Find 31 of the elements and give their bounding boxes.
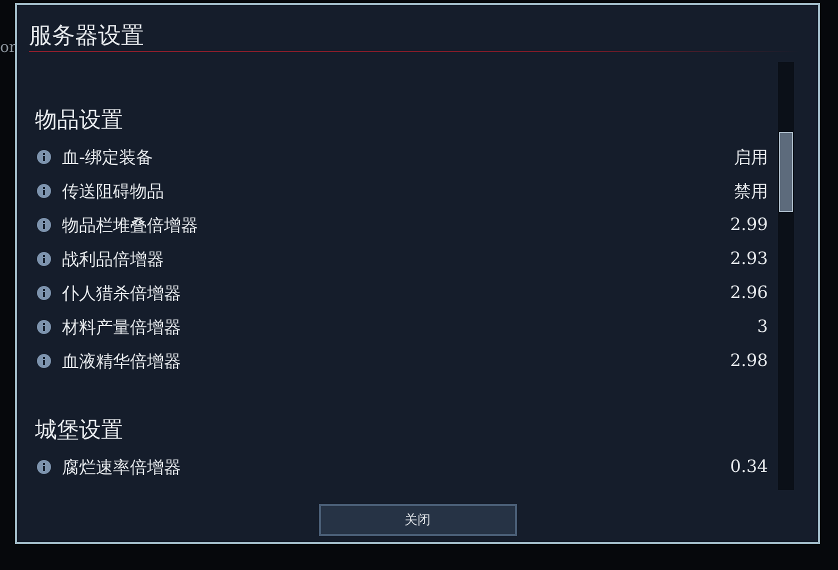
window-title: 服务器设置 [28, 22, 145, 51]
setting-value: 3 [757, 317, 769, 337]
section-heading: 城堡设置 [35, 417, 124, 445]
setting-value: 2.99 [730, 215, 769, 235]
info-icon[interactable] [37, 184, 51, 198]
setting-label: 传送阻碍物品 [62, 180, 164, 202]
setting-label: 腐烂速率倍增器 [62, 456, 181, 478]
setting-label: 战利品倍增器 [62, 248, 164, 270]
scrollbar[interactable] [778, 62, 794, 490]
info-icon[interactable] [37, 286, 51, 300]
setting-value: 2.98 [730, 351, 769, 371]
scrollbar-thumb[interactable] [779, 132, 793, 212]
background-text: or [0, 38, 16, 56]
setting-label: 仆人猎杀倍增器 [62, 282, 181, 304]
setting-value: 启用 [734, 146, 769, 168]
setting-value: 2.96 [730, 283, 769, 303]
setting-label: 物品栏堆叠倍增器 [62, 214, 198, 236]
info-icon[interactable] [37, 460, 51, 474]
setting-value: 禁用 [734, 180, 769, 202]
close-button[interactable]: 关闭 [318, 504, 516, 536]
setting-value: 2.93 [730, 249, 769, 269]
info-icon[interactable] [37, 150, 51, 164]
setting-label: 血液精华倍增器 [62, 350, 181, 372]
info-icon[interactable] [37, 354, 51, 368]
setting-label: 材料产量倍增器 [62, 316, 181, 338]
section-heading: 物品设置 [35, 107, 124, 135]
info-icon[interactable] [37, 218, 51, 232]
setting-label: 血-绑定装备 [62, 146, 154, 168]
info-icon[interactable] [37, 320, 51, 334]
setting-value: 0.34 [730, 457, 769, 477]
info-icon[interactable] [37, 252, 51, 266]
